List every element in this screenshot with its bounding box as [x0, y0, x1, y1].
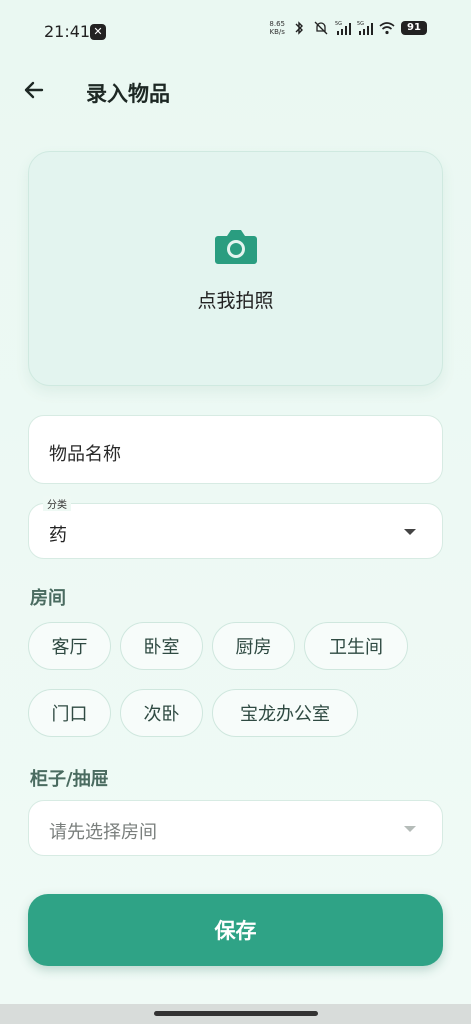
- dropdown-arrow-icon: [404, 529, 416, 535]
- arrow-left-icon[interactable]: [20, 76, 48, 104]
- room-chip-bedroom[interactable]: 卧室: [120, 622, 203, 670]
- signal-2-label: 5G: [357, 21, 364, 27]
- mute-icon: [313, 20, 329, 36]
- signal-1-label: 5G: [335, 21, 342, 27]
- room-chip-living-room[interactable]: 客厅: [28, 622, 111, 670]
- category-value: 药: [49, 525, 67, 546]
- app-notification-icon: ✕: [90, 24, 106, 40]
- network-speed: 8.65 KB/s: [269, 20, 285, 36]
- room-chip-kitchen[interactable]: 厨房: [212, 622, 295, 670]
- room-chip-bathroom[interactable]: 卫生间: [304, 622, 408, 670]
- category-select[interactable]: 分类 药: [28, 496, 443, 559]
- room-section-title: 房间: [30, 588, 66, 609]
- item-name-input[interactable]: 物品名称: [28, 415, 443, 484]
- dropdown-arrow-icon: [404, 826, 416, 832]
- page-title: 录入物品: [86, 82, 170, 106]
- status-bar: 21:41 ✕ 8.65 KB/s 5G 5G 91: [0, 0, 471, 60]
- network-speed-unit: KB/s: [269, 28, 285, 36]
- network-speed-value: 8.65: [269, 20, 285, 28]
- save-button[interactable]: 保存: [28, 894, 443, 966]
- item-name-placeholder: 物品名称: [49, 444, 121, 465]
- screen: 21:41 ✕ 8.65 KB/s 5G 5G 91 录入物品 点我拍照 物品名…: [0, 0, 471, 1024]
- signal-icon-2: 5G: [357, 20, 373, 36]
- bluetooth-icon: [291, 20, 307, 36]
- cabinet-section-title: 柜子/抽屉: [30, 769, 109, 790]
- status-icons: 8.65 KB/s 5G 5G 91: [269, 20, 427, 36]
- signal-icon: 5G: [335, 20, 351, 36]
- battery-icon: 91: [401, 21, 427, 35]
- room-chip-entrance[interactable]: 门口: [28, 689, 111, 737]
- camera-icon: [214, 226, 258, 266]
- category-label: 分类: [43, 496, 71, 511]
- room-chip-office[interactable]: 宝龙办公室: [212, 689, 358, 737]
- take-photo-button[interactable]: 点我拍照: [28, 151, 443, 386]
- cabinet-placeholder: 请先选择房间: [49, 822, 157, 843]
- take-photo-label: 点我拍照: [197, 290, 274, 312]
- status-time: 21:41: [44, 22, 91, 41]
- home-indicator[interactable]: [154, 1011, 318, 1016]
- cabinet-select[interactable]: 请先选择房间: [28, 800, 443, 856]
- wifi-icon: [379, 20, 395, 36]
- room-chip-second-bedroom[interactable]: 次卧: [120, 689, 203, 737]
